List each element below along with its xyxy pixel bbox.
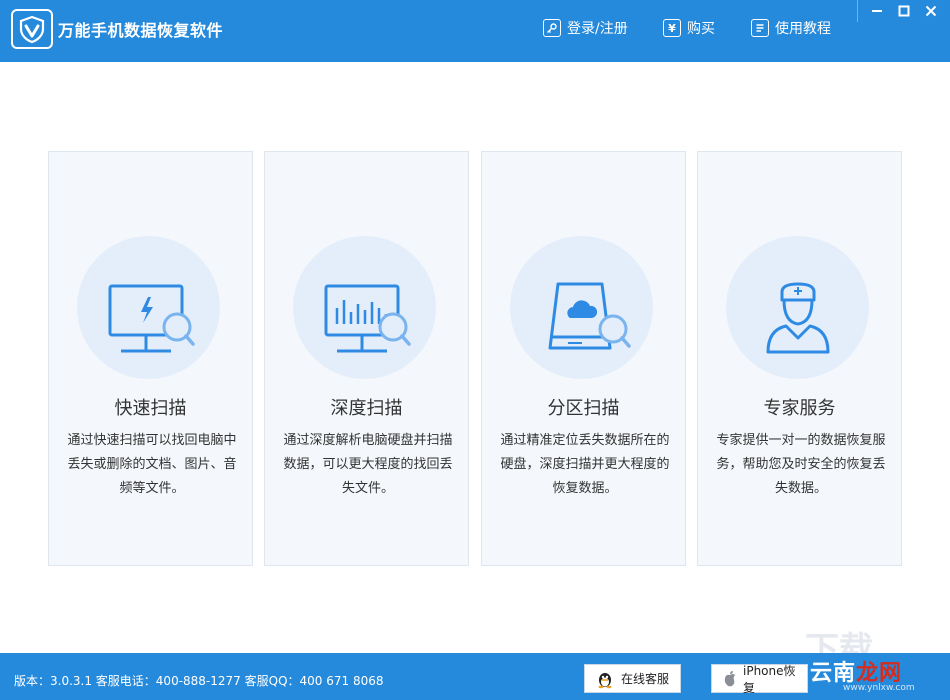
monitor-lightning-search-icon: [108, 284, 195, 353]
deep-scan-icon-circle: [293, 236, 436, 379]
expert-service-card[interactable]: 专家服务 专家提供一对一的数据恢复服务，帮助您及时安全的恢复丢失数据。: [697, 151, 902, 566]
deep-scan-description: 通过深度解析电脑硬盘并扫描数据，可以更大程度的找回丢失文件。: [283, 433, 453, 496]
login-register-label: 登录/注册: [567, 21, 628, 37]
key-icon: [543, 19, 561, 37]
quick-scan-description: 通过快速扫描可以找回电脑中丢失或删除的文档、图片、音频等文件。: [67, 433, 237, 496]
online-service-label: 在线客服: [621, 672, 670, 686]
document-icon: [751, 19, 769, 37]
apple-icon: [722, 670, 738, 688]
quick-scan-card[interactable]: 快速扫描 通过快速扫描可以找回电脑中丢失或删除的文档、图片、音频等文件。: [48, 151, 253, 566]
watermark-domain: www.ynlxw.com: [843, 683, 915, 693]
online-service-button[interactable]: 在线客服: [584, 664, 681, 693]
partition-scan-card[interactable]: 分区扫描 通过精准定位丢失数据所在的硬盘，深度扫描并更大程度的恢复数据。: [481, 151, 686, 566]
expert-service-icon-circle: [726, 236, 869, 379]
minimize-icon: [872, 10, 882, 12]
partition-scan-description: 通过精准定位丢失数据所在的硬盘，深度扫描并更大程度的恢复数据。: [500, 433, 670, 496]
app-logo-icon: [11, 9, 53, 49]
minimize-button[interactable]: [864, 0, 890, 22]
iphone-recover-button[interactable]: iPhone恢复: [711, 663, 808, 695]
version-contact-info: 版本：3.0.3.1 客服电话：400-888-1277 客服QQ：400 67…: [14, 674, 384, 688]
deep-scan-card[interactable]: 深度扫描 通过深度解析电脑硬盘并扫描数据，可以更大程度的找回丢失文件。: [264, 151, 469, 566]
close-icon: [925, 5, 937, 17]
partition-scan-icon-circle: [510, 236, 653, 379]
disk-cloud-search-icon: [548, 282, 631, 350]
deep-scan-title: 深度扫描: [330, 398, 403, 419]
close-button[interactable]: [918, 0, 944, 22]
window-controls-divider: [857, 0, 858, 22]
title-bar: 万能手机数据恢复软件 登录/注册 ¥ 购买 使用教程: [0, 0, 950, 62]
status-bar: 版本：3.0.3.1 客服电话：400-888-1277 客服QQ：400 67…: [0, 653, 950, 700]
iphone-recover-label: iPhone恢复: [743, 663, 796, 695]
login-register-link[interactable]: 登录/注册: [543, 17, 628, 39]
tutorial-label: 使用教程: [775, 21, 831, 37]
maximize-button[interactable]: [891, 0, 917, 22]
expert-service-title: 专家服务: [763, 398, 836, 419]
quick-scan-icon-circle: [77, 236, 220, 379]
tutorial-link[interactable]: 使用教程: [751, 17, 831, 39]
quick-scan-title: 快速扫描: [114, 398, 187, 419]
app-title: 万能手机数据恢复软件: [58, 21, 224, 40]
yen-icon: ¥: [663, 19, 681, 37]
expert-doctor-icon: [766, 282, 830, 354]
buy-label: 购买: [687, 21, 715, 37]
maximize-icon: [898, 5, 910, 17]
expert-service-description: 专家提供一对一的数据恢复服务，帮助您及时安全的恢复丢失数据。: [716, 433, 886, 496]
partition-scan-title: 分区扫描: [547, 398, 620, 419]
buy-link[interactable]: ¥ 购买: [663, 17, 715, 39]
qq-penguin-icon: [595, 669, 615, 689]
monitor-chart-search-icon: [324, 284, 411, 353]
